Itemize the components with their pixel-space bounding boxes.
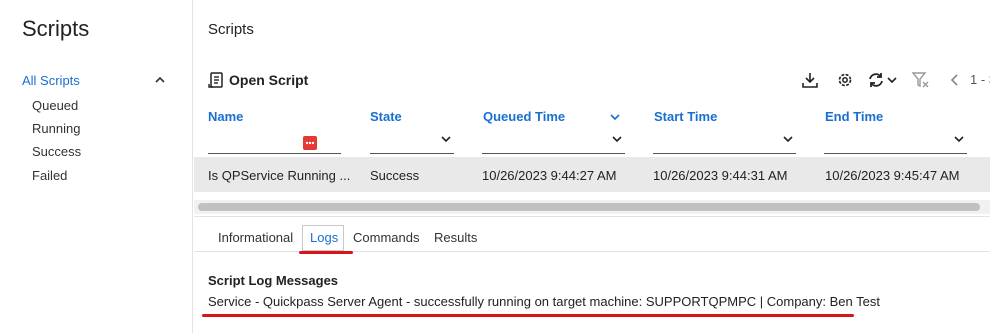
gear-icon[interactable] [834,69,856,91]
download-icon[interactable] [799,69,821,91]
scrollbar-thumb[interactable] [198,203,980,211]
sidebar-item-queued[interactable]: Queued [32,98,78,113]
more-options-icon[interactable] [303,136,317,150]
sidebar-group-all-scripts[interactable]: All Scripts [22,73,172,91]
refresh-menu[interactable] [862,69,902,91]
pager-text: 1 - 3 [970,72,990,87]
filter-start-time-select[interactable] [653,126,796,154]
detail-tabs: Informational Logs Commands Results [194,216,990,254]
column-header-queued-time[interactable]: Queued Time [483,109,565,124]
horizontal-scrollbar[interactable] [194,200,990,214]
chevron-down-icon [612,136,622,143]
chevron-down-icon [954,136,964,143]
sidebar: Scripts All Scripts Queued Running Succe… [0,0,193,333]
open-script-label: Open Script [229,72,309,88]
app-window: Scripts All Scripts Queued Running Succe… [0,0,990,333]
refresh-icon[interactable] [866,71,886,89]
script-icon [208,72,223,88]
page-title: Scripts [208,21,254,38]
sidebar-item-running[interactable]: Running [32,121,80,136]
sidebar-title: Scripts [22,16,90,41]
column-header-end-time[interactable]: End Time [825,109,883,124]
column-header-state[interactable]: State [370,109,402,124]
filter-state-select[interactable] [370,126,454,154]
chevron-up-icon[interactable] [154,75,166,85]
tab-informational[interactable]: Informational [218,230,293,245]
filter-end-time-select[interactable] [824,126,967,154]
cell-start-time: 10/26/2023 9:44:31 AM [653,168,788,183]
cell-queued-time: 10/26/2023 9:44:27 AM [482,168,617,183]
log-section-title: Script Log Messages [208,273,339,288]
column-header-name[interactable]: Name [208,109,243,124]
chevron-down-icon [783,136,793,143]
chevron-down-icon[interactable] [886,75,898,85]
open-script-button[interactable]: Open Script [208,69,308,91]
cell-end-time: 10/26/2023 9:45:47 AM [825,168,960,183]
sidebar-item-success[interactable]: Success [32,144,81,159]
log-message: Service - Quickpass Server Agent - succe… [208,294,880,309]
cell-name: Is QPService Running ... [208,168,351,183]
filter-queued-time-select[interactable] [482,126,625,154]
sidebar-group-label: All Scripts [22,73,80,88]
main-panel: Scripts Open Script 1 - Name State Queue… [194,0,990,333]
filter-name-input[interactable] [208,126,341,154]
sidebar-item-failed[interactable]: Failed [32,168,67,183]
log-message-highlight [202,314,854,317]
tab-logs[interactable]: Logs [310,230,338,245]
column-header-start-time[interactable]: Start Time [654,109,717,124]
table-row[interactable]: Is QPService Running ... Success 10/26/2… [194,157,990,192]
clear-filter-icon[interactable] [910,69,932,91]
toolbar: Open Script 1 - [194,66,990,94]
sort-desc-icon[interactable] [609,112,621,122]
tab-results[interactable]: Results [434,230,477,245]
logs-tab-highlight [299,251,353,254]
tab-commands[interactable]: Commands [353,230,419,245]
chevron-down-icon [441,136,451,143]
cell-state: Success [370,168,420,183]
chevron-left-icon[interactable] [944,69,966,91]
